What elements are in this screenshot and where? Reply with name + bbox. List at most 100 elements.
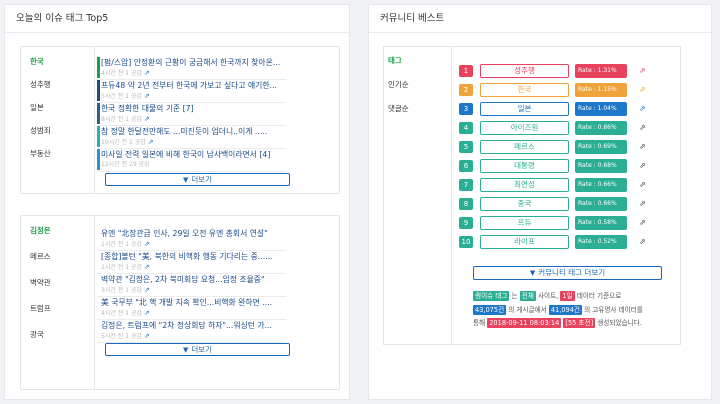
ranking-row[interactable]: 4 아이즈원 Rate : 0.86% ⇗ [459, 121, 659, 137]
tag-name[interactable]: 메르스 [480, 140, 569, 154]
news-title[interactable]: 한국 정확한 대물의 기준 [7] [101, 103, 283, 114]
tag-item[interactable]: 한국 [21, 50, 94, 73]
external-link-icon[interactable]: ⇗ [144, 92, 150, 100]
more-button[interactable]: ▼ 더보기 [105, 173, 290, 186]
info-highlight: 1일 [560, 291, 575, 301]
news-title[interactable]: 김정은, 트럼프에 "2차 정상회담 하자"...워싱턴 가... [101, 320, 283, 331]
news-meta: 4시간 전 1 공감 [101, 70, 142, 77]
news-item[interactable]: 벽약관 "김정은, 2차 북미회담 요청...임정 조율중" 3시간 전 1 공… [97, 274, 286, 297]
ranking-box: 태그 인기순 댓글순 1 성추행 Rate : 1.31% ⇗ 2 한국 Rate : 1.… [383, 46, 681, 345]
news-title[interactable]: 유엔 "北장관급 인사, 29일 오전 유엔 총회서 연설" [101, 228, 283, 239]
external-link-icon[interactable]: ⇗ [144, 263, 150, 271]
tag-item[interactable]: 김정은 [21, 219, 94, 242]
tag-item[interactable]: 메르스 [21, 245, 94, 268]
info-highlight: 43,075건 [473, 304, 507, 315]
info-highlight: 2018-09-11 08:03:14 [487, 318, 562, 328]
tag-item[interactable]: 성추행 [21, 73, 94, 96]
tab-tag[interactable]: 태그 [384, 49, 451, 73]
news-color-bar [97, 103, 100, 124]
news-meta: 8시간 전 1 공감 [101, 116, 142, 123]
news-meta: 5시간 전 1 공감 [101, 333, 142, 340]
external-link-icon[interactable]: ⇗ [639, 159, 646, 173]
tag-name[interactable]: 일본 [480, 102, 569, 116]
tag-name[interactable]: 아이즈원 [480, 121, 569, 135]
tag-item[interactable]: 트럼프 [21, 297, 94, 320]
external-link-icon[interactable]: ⇗ [148, 138, 154, 146]
external-link-icon[interactable]: ⇗ [639, 121, 646, 135]
news-item[interactable]: [종합]볼턴 "美, 북한의 비핵화 행동 기다리는 중...... 2시간 전… [97, 251, 286, 274]
news-title[interactable]: 프듀48 약 2년 전부터 한국에 가보고 싶다고 얘기한... [101, 80, 283, 91]
external-link-icon[interactable]: ⇗ [639, 64, 646, 78]
tab-popular[interactable]: 인기순 [384, 73, 451, 97]
external-link-icon[interactable]: ⇗ [639, 178, 646, 192]
news-item[interactable]: 미사일 전력 일본에 비해 한국이 남사백이라면서 [4] 12시간 전 29 … [97, 149, 286, 172]
external-link-icon[interactable]: ⇗ [639, 216, 646, 230]
external-link-icon[interactable]: ⇗ [639, 235, 646, 249]
news-title[interactable]: 미사일 전력 일본에 비해 한국이 남사백이라면서 [4] [101, 149, 283, 160]
ranking-row[interactable]: 3 일본 Rate : 1.04% ⇗ [459, 102, 659, 118]
tag-name[interactable]: 최연성 [480, 178, 569, 192]
tag-name[interactable]: 라이프 [480, 235, 569, 249]
tag-item[interactable]: 성범죄 [21, 119, 94, 142]
ranking-row[interactable]: 9 프듀 Rate : 0.58% ⇗ [459, 216, 659, 232]
news-title[interactable]: [종합]볼턴 "美, 북한의 비핵화 행동 기다리는 중...... [101, 251, 283, 262]
external-link-icon[interactable]: ⇗ [144, 240, 150, 248]
tab-comments[interactable]: 댓글순 [384, 97, 451, 121]
rate-badge: Rate : 0.52% [575, 235, 627, 249]
rank-number: 1 [459, 65, 473, 77]
ranking-row[interactable]: 8 중국 Rate : 0.66% ⇗ [459, 197, 659, 213]
news-item[interactable]: 美 국무부 "北 핵 개발 지속 확인...비핵화 완하면 .... 4시간 전… [97, 297, 286, 320]
news-title[interactable]: [펌/스압] 안정환의 근황이 궁금해서 한국까지 찾아온... [101, 57, 283, 68]
ranking-row[interactable]: 5 메르스 Rate : 0.69% ⇗ [459, 140, 659, 156]
ranking-row[interactable]: 2 한국 Rate : 1.15% ⇗ [459, 83, 659, 99]
issue-tag-panel: 오늘의 이슈 태그 Top5 한국 성추행 일본 성범죄 부동산 [펌/스압] … [4, 4, 350, 400]
news-color-bar [97, 126, 100, 147]
tag-item[interactable]: 벽약관 [21, 271, 94, 294]
tag-name[interactable]: 한국 [480, 83, 569, 97]
external-link-icon[interactable]: ⇗ [144, 286, 150, 294]
news-item[interactable]: 프듀48 약 2년 전부터 한국에 가보고 싶다고 얘기한... 5시간 전 1… [97, 80, 286, 103]
external-link-icon[interactable]: ⇗ [144, 69, 150, 77]
news-list: [펌/스압] 안정환의 근황이 궁금해서 한국까지 찾아온... 4시간 전 1… [97, 57, 286, 172]
news-meta: 2시간 전 1 공감 [101, 264, 142, 271]
external-link-icon[interactable]: ⇗ [639, 197, 646, 211]
ranking-row[interactable]: 10 라이프 Rate : 0.52% ⇗ [459, 235, 659, 251]
news-item[interactable]: [펌/스압] 안정환의 근황이 궁금해서 한국까지 찾아온... 4시간 전 1… [97, 57, 286, 80]
more-button[interactable]: ▼ 더보기 [105, 343, 290, 356]
tag-list: 김정은 메르스 벽약관 트럼프 광국 [21, 216, 95, 389]
ranking-row[interactable]: 6 대통령 Rate : 0.68% ⇗ [459, 159, 659, 175]
rank-number: 8 [459, 198, 473, 210]
external-link-icon[interactable]: ⇗ [144, 332, 150, 340]
news-title[interactable]: 美 국무부 "北 핵 개발 지속 확인...비핵화 완하면 .... [101, 297, 283, 308]
community-more-button[interactable]: ▼ 커뮤니티 태그 더보기 [473, 266, 662, 280]
chevron-down-icon: ▼ [182, 346, 189, 354]
external-link-icon[interactable]: ⇗ [639, 140, 646, 154]
news-title[interactable]: 참 정말 한달전만해도 ...미진듯이 업더니..이게 ..... [101, 126, 283, 137]
external-link-icon[interactable]: ⇗ [639, 83, 646, 97]
tag-name[interactable]: 중국 [480, 197, 569, 211]
news-item[interactable]: 참 정말 한달전만해도 ...미진듯이 업더니..이게 ..... 10시간 전… [97, 126, 286, 149]
external-link-icon[interactable]: ⇗ [144, 115, 150, 123]
news-list: 유엔 "北장관급 인사, 29일 오전 유엔 총회서 연설" 1시간 전 1 공… [97, 228, 286, 343]
news-item[interactable]: 유엔 "北장관급 인사, 29일 오전 유엔 총회서 연설" 1시간 전 1 공… [97, 228, 286, 251]
news-title[interactable]: 벽약관 "김정은, 2차 북미회담 요청...임정 조율중" [101, 274, 283, 285]
news-color-bar [97, 149, 100, 170]
info-text: 사이트, [535, 292, 561, 300]
rank-number: 10 [459, 236, 473, 248]
tag-item[interactable]: 광국 [21, 323, 94, 346]
ranking-row[interactable]: 1 성추행 Rate : 1.31% ⇗ [459, 64, 659, 80]
rank-number: 5 [459, 141, 473, 153]
external-link-icon[interactable]: ⇗ [144, 309, 150, 317]
info-text: 통해 [473, 319, 488, 327]
tag-item[interactable]: 부동산 [21, 142, 94, 165]
news-meta: 1시간 전 1 공감 [101, 241, 142, 248]
tag-item[interactable]: 일본 [21, 96, 94, 119]
ranking-row[interactable]: 7 최연성 Rate : 0.66% ⇗ [459, 178, 659, 194]
news-item[interactable]: 김정은, 트럼프에 "2차 정상회담 하자"...워싱턴 가... 5시간 전 … [97, 320, 286, 343]
tag-name[interactable]: 성추행 [480, 64, 569, 78]
tag-name[interactable]: 대통령 [480, 159, 569, 173]
external-link-icon[interactable]: ⇗ [639, 102, 646, 116]
news-item[interactable]: 한국 정확한 대물의 기준 [7] 8시간 전 1 공감 ⇗ [97, 103, 286, 126]
info-highlight: 41,094건 [548, 304, 582, 315]
tag-name[interactable]: 프듀 [480, 216, 569, 230]
